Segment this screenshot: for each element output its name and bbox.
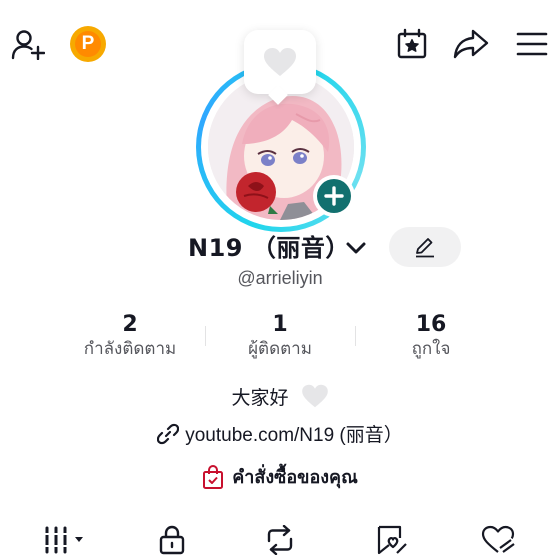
grid-icon <box>44 526 83 554</box>
stat-label: ถูกใจ <box>411 339 451 359</box>
bio: 大家好 <box>0 384 560 412</box>
add-story-button[interactable] <box>313 175 355 217</box>
heart-icon <box>301 384 328 408</box>
stat-value: 2 <box>122 312 138 337</box>
calendar-star-icon[interactable] <box>394 26 430 62</box>
shopping-bag-icon <box>203 464 224 489</box>
orders-button[interactable]: คำสั่งซื้อของคุณ <box>0 462 560 491</box>
profile-name: N19 （丽音） <box>188 234 350 262</box>
tab-tagged[interactable] <box>372 520 412 560</box>
story-bubble[interactable] <box>244 30 316 94</box>
orders-label: คำสั่งซื้อของคุณ <box>232 467 358 488</box>
tab-reposts[interactable] <box>260 520 300 560</box>
bio-link-text: youtube.com/N19 (丽音） <box>185 425 403 446</box>
edit-profile-button[interactable] <box>389 227 461 267</box>
add-user-icon[interactable] <box>8 26 48 62</box>
share-icon[interactable] <box>452 26 490 62</box>
chevron-down-icon[interactable] <box>345 238 367 258</box>
stat-following[interactable]: 2 กำลังติดตาม <box>55 312 205 360</box>
tab-private[interactable] <box>152 520 192 560</box>
tab-videos[interactable] <box>36 520 96 560</box>
profile-handle: @arrieliyin <box>237 268 323 288</box>
lock-icon <box>159 525 185 555</box>
link-icon <box>157 423 180 444</box>
stat-value: 16 <box>415 312 447 337</box>
heart-icon <box>264 48 296 76</box>
stat-label: ผู้ติดตาม <box>248 339 312 359</box>
plus-icon <box>324 186 344 206</box>
stat-followers[interactable]: 1 ผู้ติดตาม <box>205 312 355 360</box>
bio-link[interactable]: youtube.com/N19 (丽音） <box>0 420 560 447</box>
pencil-icon <box>416 238 434 258</box>
stat-likes[interactable]: 16 ถูกใจ <box>356 312 506 360</box>
coin-icon[interactable]: P <box>70 26 106 62</box>
bio-text: 大家好 <box>231 387 289 409</box>
coin-letter: P <box>75 31 101 57</box>
stat-label: กำลังติดตาม <box>83 339 177 359</box>
stat-value: 1 <box>272 312 288 337</box>
menu-icon[interactable] <box>514 28 550 60</box>
repost-icon <box>267 525 293 555</box>
tagged-icon <box>377 525 407 555</box>
liked-icon <box>481 525 515 553</box>
tab-liked[interactable] <box>478 520 518 560</box>
